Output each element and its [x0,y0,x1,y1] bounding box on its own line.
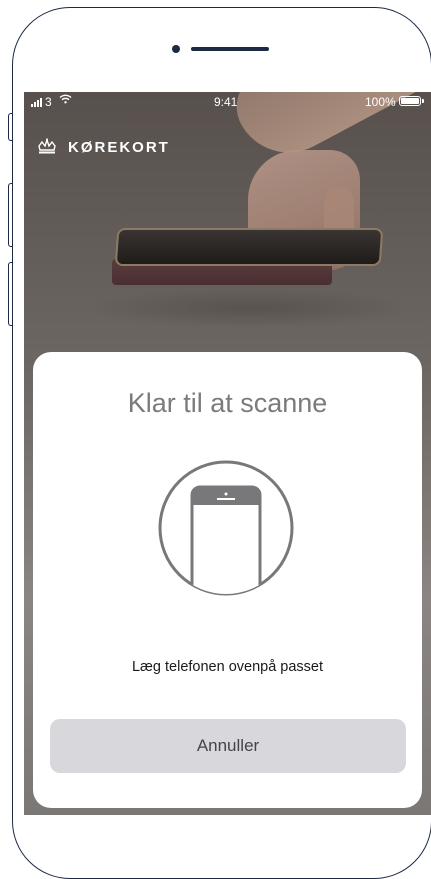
signal-icon [31,97,42,107]
battery-tip [422,99,424,103]
phone-screen: 3 9:41 100% KØREKORT Klar til at scanne [24,92,431,815]
side-button-mute [8,113,12,141]
side-button-volume-down [8,262,12,326]
crown-icon [38,138,56,154]
app-name: KØREKORT [68,138,170,156]
battery-percentage: 100% [365,95,396,109]
photo-shadow [84,288,414,328]
status-bar: 3 9:41 100% [24,92,431,114]
clock: 9:41 [214,95,238,109]
scan-sheet: Klar til at scanne Læg telefonen ovenpå … [33,352,422,808]
side-button-volume-up [8,183,12,247]
carrier-label: 3 [45,95,52,109]
sheet-title: Klar til at scanne [127,388,328,418]
battery-icon [399,96,421,106]
scan-instruction: Læg telefonen ovenpå passet [131,659,324,675]
cancel-button[interactable]: Annuller [50,719,406,773]
phone-scan-icon [158,460,294,596]
app-header: KØREKORT [36,138,170,156]
wifi-icon [59,94,72,107]
photo-phone [114,228,384,266]
cancel-button-label: Annuller [196,736,260,755]
earpiece-speaker [191,47,269,51]
front-camera [172,45,180,53]
